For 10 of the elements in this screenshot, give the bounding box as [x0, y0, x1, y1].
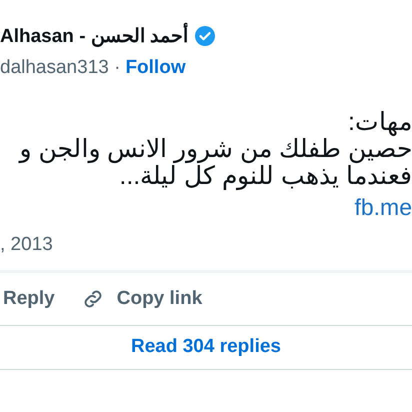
follow-link[interactable]: Follow	[125, 58, 186, 76]
author-handle: dalhasan313 ·	[0, 58, 120, 76]
copy-link-button[interactable]: Copy link	[116, 284, 202, 314]
tweet-text-line: مهات:	[348, 109, 412, 136]
read-replies-link[interactable]: Read 304 replies	[131, 333, 281, 362]
tweet-text-line: حصين طفلك من شرور الانس والجن و	[19, 136, 412, 163]
tweet-link[interactable]: fb.me	[354, 194, 412, 221]
tweet-text-line: فعندما يذهب للنوم كل ليلة...	[119, 163, 412, 190]
tweet-date: , 2013	[0, 235, 54, 254]
reply-button[interactable]: Reply	[3, 284, 55, 314]
